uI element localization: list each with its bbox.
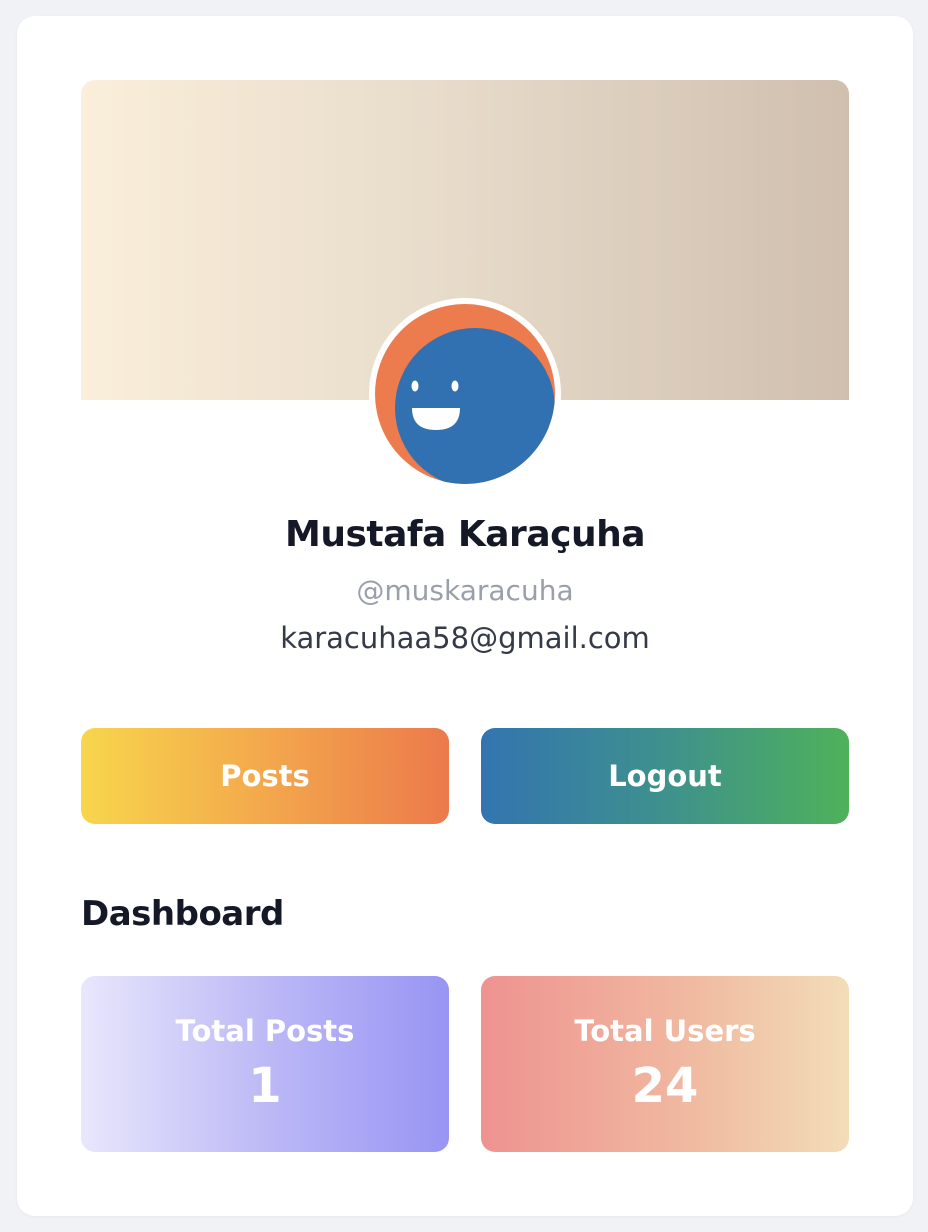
profile-name: Mustafa Karaçuha — [285, 514, 646, 555]
posts-button[interactable]: Posts — [81, 728, 449, 824]
profile-handle: @muskaracuha — [356, 574, 574, 607]
total-users-card: Total Users 24 — [481, 976, 849, 1152]
smiling-face-avatar-icon — [375, 304, 555, 484]
stat-value: 24 — [631, 1058, 699, 1114]
total-posts-card: Total Posts 1 — [81, 976, 449, 1152]
profile-card: Mustafa Karaçuha @muskaracuha karacuhaa5… — [17, 16, 913, 1216]
profile-email: karacuhaa58@gmail.com — [280, 621, 650, 655]
stat-label: Total Users — [574, 1014, 756, 1048]
avatar — [369, 298, 561, 490]
stat-label: Total Posts — [175, 1014, 355, 1048]
stat-value: 1 — [248, 1058, 282, 1114]
dashboard-title: Dashboard — [81, 894, 284, 934]
logout-button[interactable]: Logout — [481, 728, 849, 824]
